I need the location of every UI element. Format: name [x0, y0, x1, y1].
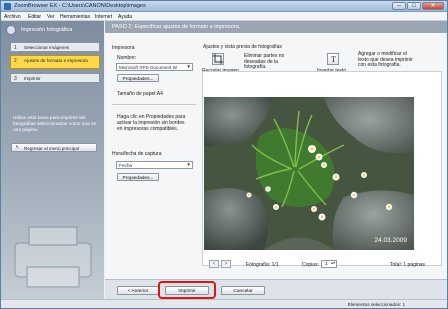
main-panel: PASO 2: Especificar ajustes de formato e… [105, 21, 447, 299]
menu-ver[interactable]: Ver [47, 14, 55, 20]
divider [112, 104, 196, 105]
menu-internet[interactable]: Internet [95, 14, 112, 20]
selected-count: Elementos seleccionados: 1 [347, 302, 405, 307]
step-format-printer[interactable]: 2 Ajustes de formato e impresora [10, 55, 100, 69]
printer-name-label: Nombre: [117, 55, 137, 61]
window-title: ZoomBrowser EX - C:\Users\CANON\Desktop\… [14, 3, 146, 9]
properties-hint: Haga clic en Propiedades para activar la… [117, 114, 186, 132]
menu-herramientas[interactable]: Herramientas [60, 14, 90, 20]
copies-label: Copias: [302, 262, 319, 268]
photo-date-stamp: 24.03.2009 [374, 237, 407, 244]
sidebar-header: Impresión fotográfica [4, 24, 101, 36]
step-select-images[interactable]: 1 Seleccionar imágenes [10, 42, 100, 52]
step-print[interactable]: 3 Imprimir [10, 73, 100, 83]
datetime-properties-button[interactable]: Propiedades... [117, 173, 159, 181]
copies-stepper[interactable]: 1 ▴▾ [321, 260, 337, 268]
print-button[interactable]: Imprimir [165, 286, 209, 295]
printer-section-label: Impresora [112, 45, 135, 51]
insert-text-button[interactable]: T [327, 53, 339, 65]
step-number: 2 [14, 58, 17, 64]
menu-ayuda[interactable]: Ayuda [118, 14, 132, 20]
printer-illustration-icon [14, 226, 92, 288]
title-bar: ZoomBrowser EX - C:\Users\CANON\Desktop\… [1, 1, 447, 12]
datetime-select-value: Fecha [119, 163, 133, 168]
spinner-arrows-icon: ▴▾ [330, 260, 335, 265]
close-button[interactable]: ✕ [422, 2, 444, 10]
sidebar-title: Impresión fotográfica [21, 27, 73, 33]
printer-select-value: Microsoft XPS Document W [119, 65, 178, 70]
button-label: Cancelar [233, 288, 253, 294]
return-icon: ↰ [15, 145, 20, 151]
photo-preview[interactable]: 24.03.2009 [204, 97, 414, 250]
datetime-select[interactable]: Fecha ▼ [116, 161, 193, 169]
preview-section-label: Ajustes y vista previa de fotografías [203, 44, 282, 50]
printer-select[interactable]: Microsoft XPS Document W ▼ [116, 63, 193, 71]
step-number: 1 [14, 45, 17, 51]
photo-image [204, 97, 414, 250]
cancel-button[interactable]: Cancelar [221, 286, 265, 295]
button-label: < Anterior [127, 288, 149, 294]
next-photo-button[interactable]: > [221, 260, 231, 268]
text-icon: T [331, 55, 336, 64]
menu-bar: Archivo Editar Ver Herramientas Internet… [1, 12, 447, 21]
step-number: 3 [14, 76, 17, 82]
sidebar-description: Utilice esta tarea para imprimir las fot… [13, 116, 97, 133]
app-window: ZoomBrowser EX - C:\Users\CANON\Desktop\… [0, 0, 448, 309]
previous-button[interactable]: < Anterior [117, 286, 159, 295]
task-sidebar: Impresión fotográfica 1 Seleccionar imág… [1, 21, 104, 299]
photo-counter: Fotografía: 1/1 [246, 262, 279, 268]
printer-properties-button[interactable]: Propiedades... [117, 74, 159, 82]
maximize-button[interactable]: □ [407, 2, 421, 10]
menu-editar[interactable]: Editar [28, 14, 41, 20]
button-label: Propiedades... [122, 76, 154, 82]
chevron-down-icon: ▼ [186, 162, 191, 167]
trim-description: Eliminar partes no deseadas de la fotogr… [244, 53, 285, 71]
menu-archivo[interactable]: Archivo [4, 14, 21, 20]
button-label: Propiedades... [122, 175, 154, 181]
paper-size-label: Tamaño de papel:A4 [117, 91, 163, 97]
chevron-down-icon: ▼ [186, 64, 191, 69]
crop-icon [213, 54, 223, 64]
back-button-label: Regresar al menú principal [24, 146, 79, 151]
step-header: PASO 2: Especificar ajustes de formato e… [105, 21, 447, 33]
insert-text-description: Agregar o modificar el texto que desea i… [358, 51, 413, 69]
datetime-section-label: Hora/fecha de captura [112, 151, 162, 157]
button-label: Imprimir [178, 288, 196, 294]
copies-value: 1 [325, 262, 328, 267]
minimize-button[interactable]: – [392, 2, 406, 10]
step-label: Ajustes de formato e impresora [24, 58, 88, 63]
step-label: Imprimir [24, 76, 41, 81]
action-bar: < Anterior Imprimir Cancelar [105, 279, 447, 299]
photo-print-icon [6, 25, 16, 35]
total-pages: Total: 1 páginas [390, 262, 426, 268]
previous-photo-button[interactable]: < [209, 260, 219, 268]
back-to-menu-button[interactable]: ↰ Regresar al menú principal [11, 143, 97, 152]
status-bar: Elementos seleccionados: 1 [1, 299, 447, 308]
step-title: PASO 2: Especificar ajustes de formato e… [112, 24, 241, 30]
step-label: Seleccionar imágenes [24, 45, 70, 50]
app-icon [4, 3, 11, 10]
trim-button[interactable] [212, 53, 224, 65]
